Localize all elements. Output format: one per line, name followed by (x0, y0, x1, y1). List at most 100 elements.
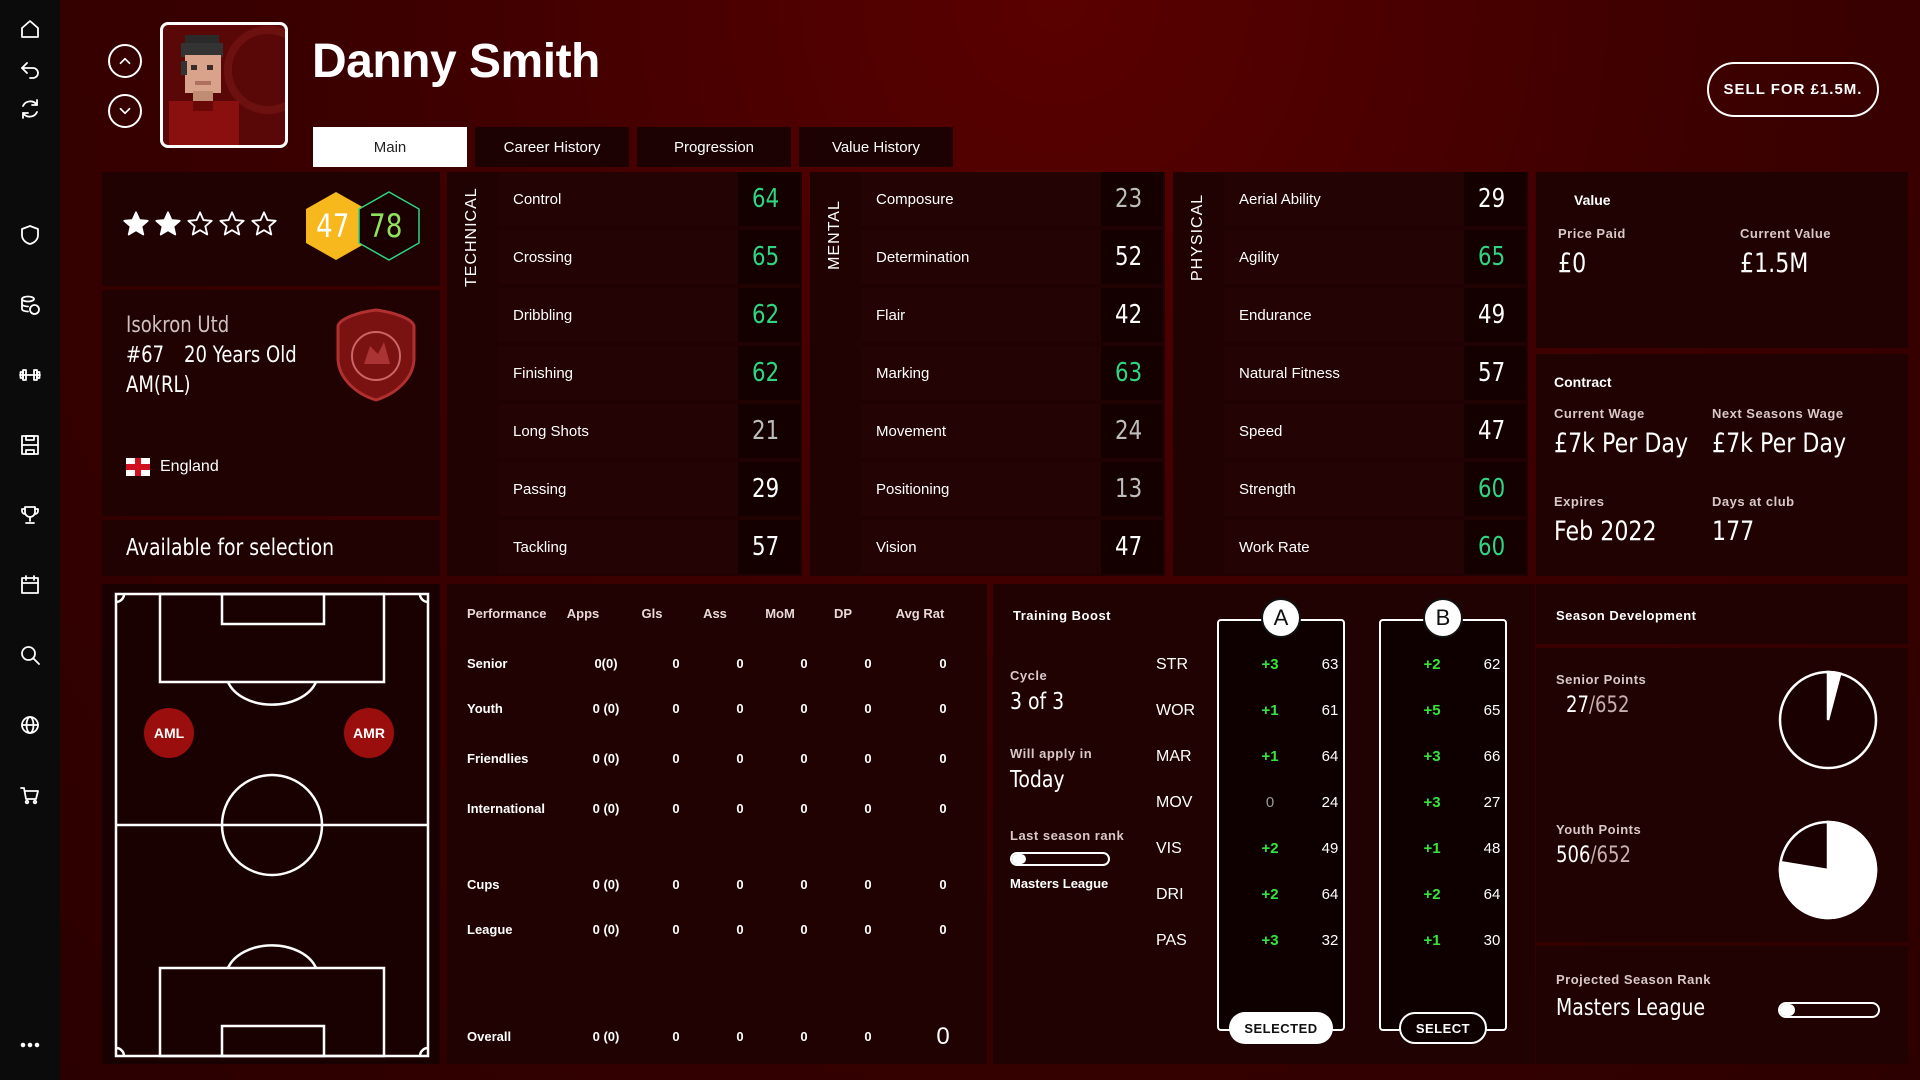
current-rating: 47 (315, 207, 350, 245)
search-icon[interactable] (17, 642, 43, 668)
performance-cell: 0 (864, 701, 872, 716)
cycle-label: Cycle (1010, 668, 1048, 683)
attribute-value-text: 65 (1478, 242, 1506, 272)
attribute-name: Crossing (498, 230, 738, 284)
training-boost: +2 (1261, 886, 1279, 903)
attribute-value: 64 (738, 172, 800, 226)
performance-cell: 0 (0) (592, 751, 620, 766)
attribute-value: 24 (1101, 404, 1163, 458)
cart-icon[interactable] (17, 782, 43, 808)
home-icon[interactable] (17, 16, 43, 42)
attribute-name: Control (498, 172, 738, 226)
shield-icon[interactable] (17, 222, 43, 248)
tab-value-history[interactable]: Value History (799, 127, 953, 167)
next-player-button[interactable] (108, 94, 142, 128)
player-portrait (160, 22, 288, 148)
more-icon[interactable] (17, 1032, 43, 1058)
performance-header: Avg Rat (895, 606, 945, 621)
apply-label: Will apply in (1010, 746, 1093, 761)
training-result-value: 64 (1483, 886, 1501, 903)
training-boost: +3 (1261, 932, 1279, 949)
performance-cell: 0 (864, 1029, 872, 1044)
club-name: Isokron Utd (126, 313, 230, 338)
performance-cell: 0 (800, 701, 808, 716)
player-age: 20 Years Old (184, 343, 297, 368)
days-at-club: 177 (1712, 516, 1755, 547)
performance-cell: 0 (736, 701, 744, 716)
attribute-value: 63 (1101, 346, 1163, 400)
current-value: £1.5M (1740, 248, 1809, 279)
attribute-value-text: 63 (1115, 358, 1143, 388)
rank-label: Last season rank (1010, 828, 1125, 843)
training-option-a[interactable] (1217, 619, 1345, 1031)
attribute-value-text: 60 (1478, 474, 1506, 504)
training-boost: +1 (1423, 932, 1441, 949)
rank-league: Masters League (1010, 876, 1109, 891)
option-a-selected-button[interactable]: SELECTED (1229, 1012, 1333, 1044)
previous-player-button[interactable] (108, 44, 142, 78)
training-boost: +2 (1423, 886, 1441, 903)
attribute-value-text: 60 (1478, 532, 1506, 562)
training-result-value: 64 (1321, 748, 1339, 765)
performance-header: Apps (566, 606, 600, 621)
attribute-name: Passing (498, 462, 738, 516)
performance-header: MoM (765, 606, 795, 621)
star-empty-icon (219, 211, 245, 236)
performance-header: Performance (467, 606, 547, 621)
performance-cell: 0 (736, 751, 744, 766)
chevron-up-icon (119, 57, 131, 65)
attribute-value: 21 (738, 404, 800, 458)
finance-icon[interactable] (17, 292, 43, 318)
season-dev-header: Season Development (1536, 584, 1908, 644)
globe-icon[interactable] (17, 712, 43, 738)
attribute-value-text: 21 (752, 416, 780, 446)
attribute-name: Speed (1224, 404, 1464, 458)
training-stat-label: MAR (1156, 748, 1192, 765)
performance-cell: 0 (672, 701, 680, 716)
projected-rank-label: Projected Season Rank (1556, 972, 1711, 987)
tactics-icon[interactable] (17, 432, 43, 458)
performance-cell: 0 (672, 801, 680, 816)
tab-progression[interactable]: Progression (637, 127, 791, 167)
squad-number: #67 (126, 343, 165, 368)
tab-career-history[interactable]: Career History (475, 127, 629, 167)
training-boost: +2 (1423, 656, 1441, 673)
attribute-name: Strength (1224, 462, 1464, 516)
performance-cell: 0 (939, 656, 947, 671)
attribute-value: 47 (1101, 520, 1163, 574)
technical-label: TECHNICAL (463, 187, 480, 287)
tab-main[interactable]: Main (313, 127, 467, 167)
star-filled-icon (123, 211, 149, 236)
current-wage: £7k Per Day (1554, 428, 1689, 459)
attribute-value: 65 (1464, 230, 1526, 284)
performance-row-label: Friendlies (467, 751, 529, 766)
training-result-value: 63 (1321, 656, 1339, 673)
option-b-label: B (1423, 598, 1463, 638)
option-b-select-button[interactable]: SELECT (1399, 1012, 1487, 1044)
attribute-name: Endurance (1224, 288, 1464, 342)
value-title: Value (1574, 192, 1611, 208)
refresh-icon[interactable] (17, 96, 43, 122)
performance-row-label: International (467, 801, 546, 816)
performance-cell: 0 (800, 1029, 808, 1044)
attribute-value-text: 65 (752, 242, 780, 272)
attribute-value-text: 29 (752, 474, 780, 504)
contract-panel: Contract Current Wage £7k Per Day Next S… (1536, 354, 1908, 576)
calendar-icon[interactable] (17, 572, 43, 598)
training-result-value: 48 (1483, 840, 1501, 857)
trophy-icon[interactable] (17, 502, 43, 528)
attribute-value-text: 47 (1478, 416, 1506, 446)
youth-points-label: Youth Points (1556, 822, 1642, 837)
training-option-b[interactable] (1379, 619, 1507, 1031)
training-stat-label: MOV (1156, 794, 1193, 811)
performance-cell: 0 (736, 801, 744, 816)
attribute-value: 47 (1464, 404, 1526, 458)
training-result-value: 62 (1483, 656, 1501, 673)
training-stat-label: WOR (1156, 702, 1196, 719)
sell-button[interactable]: SELL FOR £1.5M. (1707, 62, 1879, 117)
training-icon[interactable] (17, 362, 43, 388)
attribute-value-text: 57 (752, 532, 780, 562)
performance-cell: 0 (939, 751, 947, 766)
back-icon[interactable] (17, 56, 43, 82)
star-rating (122, 210, 278, 238)
